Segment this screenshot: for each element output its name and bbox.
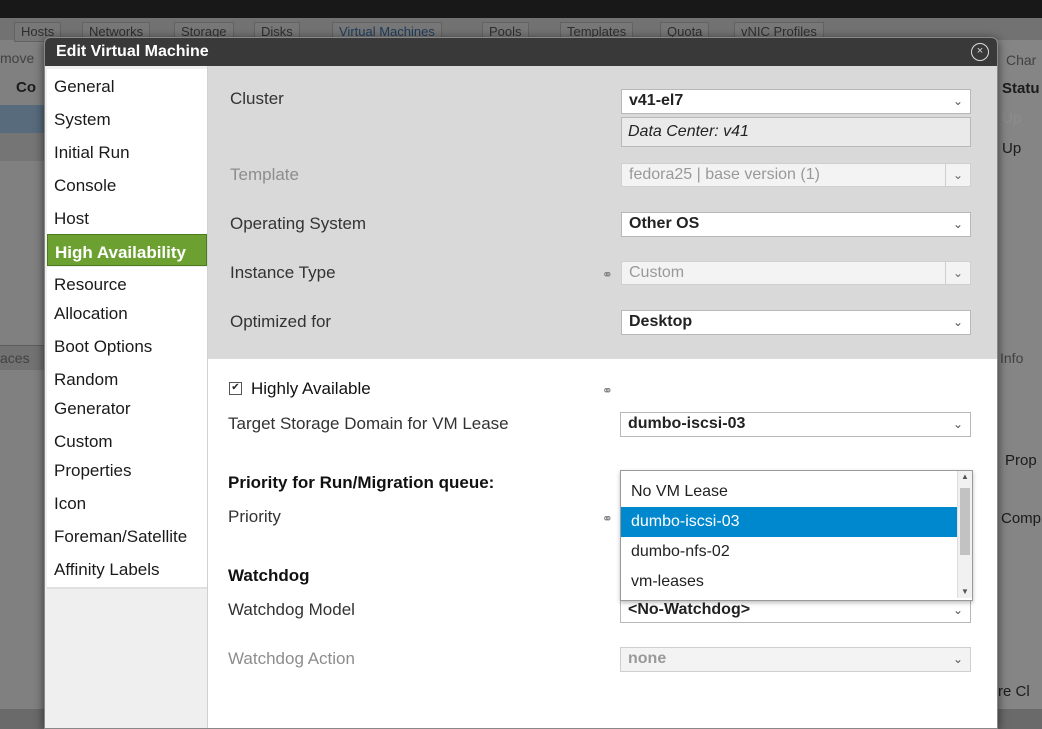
data-center-info: Data Center: v41 (621, 117, 971, 147)
sidebar-item-general[interactable]: General (47, 69, 207, 106)
chevron-down-icon: ⌄ (952, 652, 963, 666)
scrollbar-thumb[interactable] (960, 488, 970, 555)
template-select: fedora25 | base version (1) ⌄ (621, 163, 971, 187)
operating-system-select[interactable]: Other OS ⌄ (621, 212, 971, 237)
operating-system-value: Other OS (629, 215, 700, 232)
watchdog-model-select[interactable]: <No-Watchdog> ⌄ (620, 598, 971, 623)
sidebar-item-console[interactable]: Console (47, 168, 207, 205)
edit-vm-dialog: Edit Virtual Machine × General System In… (44, 37, 998, 729)
watchdog-model-label: Watchdog Model (228, 600, 355, 619)
highly-available-label: Highly Available (251, 379, 371, 398)
operating-system-label: Operating System (230, 214, 367, 233)
chevron-down-icon: ⌄ (952, 417, 963, 431)
chevron-down-icon: ⌄ (952, 315, 963, 329)
watchdog-action-label: Watchdog Action (228, 649, 355, 668)
scroll-up-icon[interactable]: ▲ (961, 472, 969, 481)
watchdog-heading: Watchdog (228, 566, 310, 585)
vm-lease-option-selected[interactable]: dumbo-iscsi-03 (621, 507, 957, 537)
sidebar-item-affinity-labels[interactable]: Affinity Labels (47, 552, 207, 589)
link-icon: ⚭ (602, 383, 613, 398)
vm-lease-select[interactable]: dumbo-iscsi-03 ⌄ (620, 412, 971, 437)
dialog-sidebar: General System Initial Run Console Host … (45, 66, 208, 728)
dialog-content: Cluster v41-el7 ⌄ Data Center: v41 Templ… (208, 66, 997, 728)
link-icon: ⚭ (602, 267, 613, 282)
priority-heading: Priority for Run/Migration queue: (228, 473, 495, 492)
optimized-for-value: Desktop (629, 313, 693, 330)
chevron-down-icon: ⌄ (952, 217, 963, 231)
vm-lease-value: dumbo-iscsi-03 (628, 415, 746, 432)
vm-lease-options-list: No VM Lease dumbo-iscsi-03 dumbo-nfs-02 … (620, 470, 973, 601)
chevron-down-icon: ⌄ (945, 164, 970, 186)
template-value: fedora25 | base version (1) (629, 166, 820, 183)
sidebar-item-high-availability[interactable]: High Availability (47, 234, 207, 266)
general-fields-panel: Cluster v41-el7 ⌄ Data Center: v41 Templ… (208, 66, 997, 359)
vm-lease-label: Target Storage Domain for VM Lease (228, 414, 509, 433)
instance-type-select: Custom ⌄ (621, 261, 971, 285)
link-icon: ⚭ (602, 511, 613, 526)
optimized-for-label: Optimized for (230, 312, 332, 331)
dialog-header: Edit Virtual Machine × (45, 38, 997, 66)
cluster-value: v41-el7 (629, 92, 684, 109)
vm-lease-option[interactable]: vm-leases (621, 567, 957, 597)
dialog-title: Edit Virtual Machine (56, 43, 209, 60)
sidebar-item-foreman-satellite[interactable]: Foreman/Satellite (47, 519, 207, 556)
chevron-down-icon: ⌄ (952, 94, 963, 108)
close-icon[interactable]: × (971, 43, 989, 61)
cluster-label: Cluster (230, 89, 284, 108)
checkbox-checked-icon[interactable]: ✔ (229, 382, 242, 395)
sidebar-item-boot-options[interactable]: Boot Options (47, 329, 207, 366)
vm-lease-option[interactable]: No VM Lease (621, 477, 957, 507)
priority-label: Priority (228, 507, 281, 526)
sidebar-item-resource-allocation[interactable]: Resource Allocation (47, 267, 207, 333)
watchdog-model-value: <No-Watchdog> (628, 601, 751, 618)
dropdown-scrollbar[interactable]: ▲ ▼ (957, 471, 972, 598)
vm-lease-option[interactable]: dumbo-nfs-02 (621, 537, 957, 567)
watchdog-action-select: none ⌄ (620, 647, 971, 672)
sidebar-item-host[interactable]: Host (47, 201, 207, 238)
scroll-down-icon[interactable]: ▼ (961, 587, 969, 596)
cluster-select[interactable]: v41-el7 ⌄ (621, 89, 971, 114)
instance-type-value: Custom (629, 264, 685, 281)
sidebar-item-initial-run[interactable]: Initial Run (47, 135, 207, 172)
template-label: Template (230, 165, 299, 184)
sidebar-item-system[interactable]: System (47, 102, 207, 139)
sidebar-item-icon[interactable]: Icon (47, 486, 207, 523)
watchdog-action-value: none (628, 650, 667, 667)
chevron-down-icon: ⌄ (952, 603, 963, 617)
sidebar-item-random-generator[interactable]: Random Generator (47, 362, 207, 428)
sidebar-item-custom-properties[interactable]: Custom Properties (47, 424, 207, 490)
chevron-down-icon: ⌄ (945, 262, 970, 284)
optimized-for-select[interactable]: Desktop ⌄ (621, 310, 971, 335)
instance-type-label: Instance Type (230, 263, 336, 282)
